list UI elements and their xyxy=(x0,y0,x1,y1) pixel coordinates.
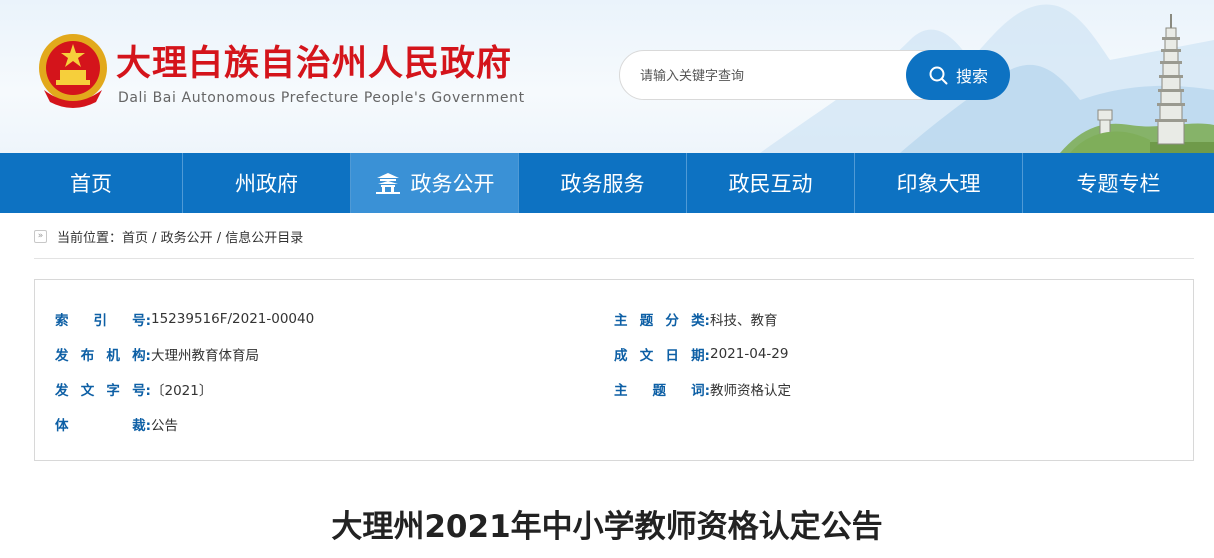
breadcrumb-text[interactable]: 当前位置：首页 / 政务公开 / 信息公开目录 xyxy=(57,227,303,246)
info-index-row: 索引号: 15239516F/2021-00040 xyxy=(55,309,314,329)
article-title: 大理州2021年中小学教师资格认定公告 xyxy=(331,509,883,545)
nav-item-label: 州政府 xyxy=(235,172,298,196)
divider xyxy=(34,258,1194,259)
site-title: 大理白族自治州人民政府 xyxy=(116,44,513,84)
search-icon xyxy=(929,66,948,85)
info-publisher-value: 大理州教育体育局 xyxy=(151,348,259,364)
nav-item-open-government[interactable]: 政务公开 xyxy=(351,153,519,213)
pagoda-image xyxy=(1070,14,1214,153)
nav-item-label: 政务服务 xyxy=(560,172,645,196)
nav-item-services[interactable]: 政务服务 xyxy=(519,153,687,213)
search-button[interactable]: 搜索 xyxy=(906,50,1010,100)
nav-item-home[interactable]: 首页 xyxy=(0,153,183,213)
info-genre-value: 公告 xyxy=(151,418,178,434)
nav-item-label: 首页 xyxy=(70,172,112,196)
info-doc-no-row: 发文字号: 〔2021〕 xyxy=(55,379,212,399)
info-date-row: 成文日期: 2021-04-29 xyxy=(614,344,788,364)
breadcrumb: » 当前位置：首页 / 政务公开 / 信息公开目录 xyxy=(34,226,303,246)
nav-item-interaction[interactable]: 政民互动 xyxy=(687,153,855,213)
nav-item-label: 专题专栏 xyxy=(1076,172,1161,196)
info-publisher-label: 发布机构: xyxy=(55,348,151,364)
nav-item-special-topics[interactable]: 专题专栏 xyxy=(1023,153,1214,213)
nav-item-label: 印象大理 xyxy=(896,172,981,196)
info-keywords-label: 主题词: xyxy=(614,383,710,399)
info-publisher-row: 发布机构: 大理州教育体育局 xyxy=(55,344,259,364)
info-doc-no-value: 〔2021〕 xyxy=(151,383,213,399)
info-genre-label: 体裁: xyxy=(55,418,151,434)
search-input[interactable] xyxy=(640,63,910,89)
nav-item-label: 政民互动 xyxy=(728,172,813,196)
info-category-value: 科技、教育 xyxy=(710,313,778,329)
nav-item-label: 政务公开 xyxy=(410,172,495,196)
chevron-right-icon: » xyxy=(34,229,47,243)
site-header: 大理白族自治州人民政府 Dali Bai Autonomous Prefectu… xyxy=(0,0,1214,153)
building-icon xyxy=(375,173,400,194)
info-date-value: 2021-04-29 xyxy=(710,346,789,362)
info-category-row: 主题分类: 科技、教育 xyxy=(614,309,778,329)
info-category-label: 主题分类: xyxy=(614,313,710,329)
info-keywords-row: 主题词: 教师资格认定 xyxy=(614,379,791,399)
main-nav: 首页 州政府 政务公开 政务服务 政民互动 印象大理 专题专栏 xyxy=(0,153,1214,213)
info-index-value: 15239516F/2021-00040 xyxy=(151,311,315,327)
site-subtitle: Dali Bai Autonomous Prefecture People's … xyxy=(118,90,525,106)
search-button-label: 搜索 xyxy=(955,67,988,86)
info-date-label: 成文日期: xyxy=(614,348,710,364)
info-doc-no-label: 发文字号: xyxy=(55,383,151,399)
nav-item-government[interactable]: 州政府 xyxy=(183,153,351,213)
search-box: 搜索 xyxy=(619,50,1010,100)
info-index-label: 索引号: xyxy=(55,313,151,329)
national-emblem-icon xyxy=(39,34,107,108)
document-info-panel: 索引号: 15239516F/2021-00040 发布机构: 大理州教育体育局… xyxy=(34,279,1194,461)
info-keywords-value: 教师资格认定 xyxy=(710,383,791,399)
info-genre-row: 体裁: 公告 xyxy=(55,414,178,434)
nav-item-impression-dali[interactable]: 印象大理 xyxy=(855,153,1023,213)
